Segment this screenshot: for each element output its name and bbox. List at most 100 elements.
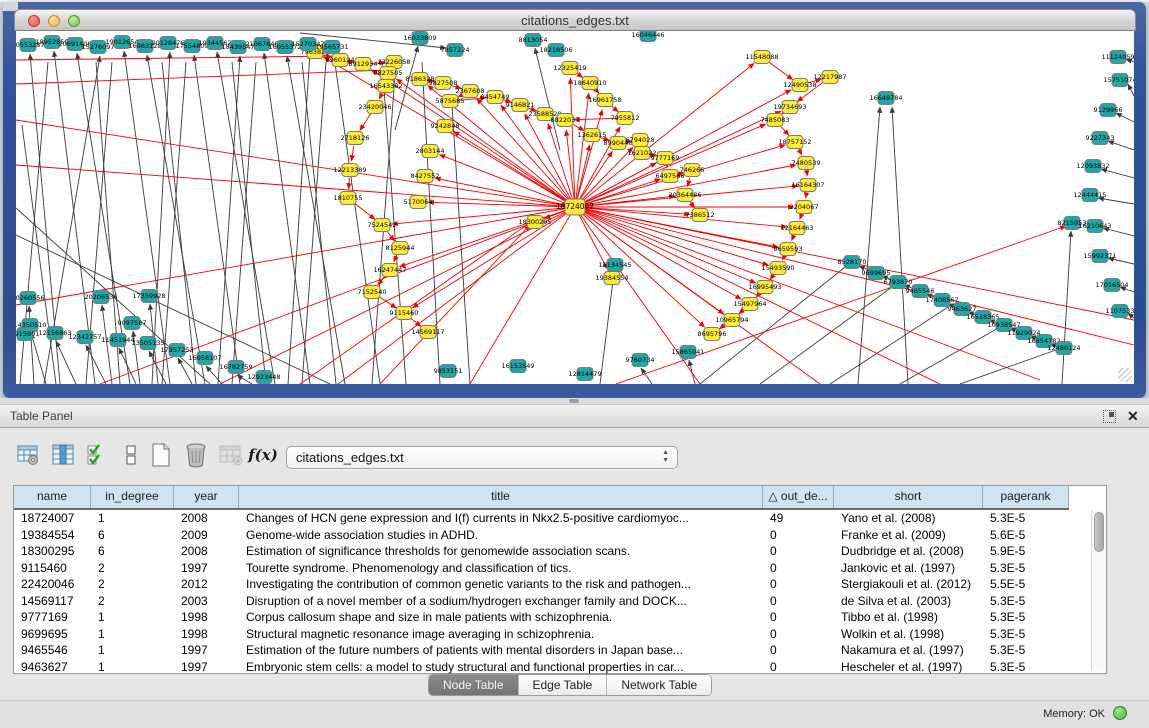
column-header[interactable]: short — [834, 486, 983, 508]
column-header[interactable]: △ out_de... — [763, 486, 834, 508]
table-row[interactable]: 1830029562008Estimation of significance … — [14, 543, 1069, 560]
table-cell[interactable]: 5.5E-5 — [983, 576, 1069, 593]
table-cell[interactable]: 9463627 — [14, 659, 91, 676]
table-body[interactable]: 1872400712008Changes of HCN gene express… — [14, 510, 1069, 675]
table-cell[interactable]: 5.3E-5 — [983, 609, 1069, 626]
table-row[interactable]: 969969511998Structural magnetic resonanc… — [14, 626, 1069, 643]
delete-entries-icon[interactable] — [183, 442, 209, 468]
column-header[interactable]: title — [239, 486, 763, 508]
table-cell[interactable]: Investigating the contribution of common… — [239, 576, 763, 593]
table-cell[interactable]: Stergiakouli et al. (2012) — [834, 576, 983, 593]
table-row[interactable]: 911546021997Tourette syndrome. Phenomeno… — [14, 560, 1069, 577]
table-cell[interactable]: 1 — [91, 659, 174, 676]
table-cell[interactable]: Embryonic stem cells: a model to study s… — [239, 659, 763, 676]
table-row[interactable]: 2242004622012Investigating the contribut… — [14, 576, 1069, 593]
table-cell[interactable]: Changes of HCN gene expression and I(f) … — [239, 510, 763, 527]
table-cell[interactable]: 9465546 — [14, 642, 91, 659]
function-builder-icon[interactable]: f(x) — [250, 442, 276, 468]
table-cell[interactable]: Disruption of a novel member of a sodium… — [239, 593, 763, 610]
network-graph[interactable]: 1872400779638228960124891293423226058982… — [16, 31, 1134, 384]
table-cell[interactable]: 2012 — [174, 576, 239, 593]
table-cell[interactable]: Estimation of the future numbers of pati… — [239, 642, 763, 659]
table-cell[interactable]: 5.9E-5 — [983, 543, 1069, 560]
table-cell[interactable]: 1 — [91, 626, 174, 643]
table-row[interactable]: 946362711997Embryonic stem cells: a mode… — [14, 659, 1069, 676]
table-cell[interactable]: 18724007 — [14, 510, 91, 527]
table-cell[interactable]: 5.3E-5 — [983, 560, 1069, 577]
table-cell[interactable]: 1997 — [174, 659, 239, 676]
table-cell[interactable]: 2 — [91, 576, 174, 593]
table-cell[interactable]: 9777169 — [14, 609, 91, 626]
table-select-dropdown[interactable]: citations_edges.txt ▲▼ — [286, 446, 678, 469]
table-cell[interactable]: 1 — [91, 642, 174, 659]
select-all-icon[interactable] — [84, 442, 110, 468]
table-cell[interactable]: Dudbridge et al. (2008) — [834, 543, 983, 560]
float-panel-icon[interactable] — [1103, 410, 1116, 423]
table-cell[interactable]: 2003 — [174, 593, 239, 610]
table-row[interactable]: 946554611997Estimation of the future num… — [14, 642, 1069, 659]
table-cell[interactable]: 5.3E-5 — [983, 593, 1069, 610]
table-cell[interactable]: Structural magnetic resonance image aver… — [239, 626, 763, 643]
row-height-icon[interactable] — [118, 442, 144, 468]
memory-ok-indicator[interactable] — [1113, 706, 1127, 720]
close-panel-icon[interactable]: ✕ — [1127, 407, 1139, 425]
table-cell[interactable]: 2008 — [174, 510, 239, 527]
table-cell[interactable]: Wolkin et al. (1998) — [834, 626, 983, 643]
table-cell[interactable]: 0 — [763, 626, 834, 643]
table-cell[interactable]: 5.3E-5 — [983, 659, 1069, 676]
table-cell[interactable]: 0 — [763, 527, 834, 544]
tab-node-table[interactable]: Node Table — [429, 675, 519, 695]
table-cell[interactable]: 5.3E-5 — [983, 626, 1069, 643]
column-header[interactable]: pagerank — [983, 486, 1069, 508]
table-cell[interactable]: 0 — [763, 543, 834, 560]
table-cell[interactable]: 2009 — [174, 527, 239, 544]
new-table-icon[interactable] — [148, 442, 174, 468]
table-cell[interactable]: 14569117 — [14, 593, 91, 610]
table-cell[interactable]: 5.6E-5 — [983, 527, 1069, 544]
table-cell[interactable]: 22420046 — [14, 576, 91, 593]
table-cell[interactable]: 9699695 — [14, 626, 91, 643]
table-cell[interactable]: Corpus callosum shape and size in male p… — [239, 609, 763, 626]
scrollbar-thumb[interactable] — [1094, 512, 1104, 552]
table-cell[interactable]: Franke et al. (2009) — [834, 527, 983, 544]
table-cell[interactable]: 18300295 — [14, 543, 91, 560]
table-cell[interactable]: 1 — [91, 510, 174, 527]
table-cell[interactable]: Genome-wide association studies in ADHD. — [239, 527, 763, 544]
table-cell[interactable]: Estimation of significance thresholds fo… — [239, 543, 763, 560]
table-row[interactable]: 1456911722003Disruption of a novel membe… — [14, 593, 1069, 610]
table-cell[interactable]: Nakamura et al. (1997) — [834, 642, 983, 659]
resize-grip[interactable] — [1118, 368, 1132, 382]
table-type-tabs[interactable]: Node TableEdge TableNetwork Table — [428, 674, 712, 696]
table-cell[interactable]: 1997 — [174, 642, 239, 659]
network-window-titlebar[interactable]: citations_edges.txt — [14, 9, 1136, 31]
column-header[interactable]: name — [14, 486, 91, 508]
table-cell[interactable]: 1 — [91, 609, 174, 626]
table-cell[interactable]: 0 — [763, 642, 834, 659]
table-cell[interactable]: 0 — [763, 593, 834, 610]
table-cell[interactable]: 49 — [763, 510, 834, 527]
tab-edge-table[interactable]: Edge Table — [519, 675, 608, 695]
table-cell[interactable]: 2008 — [174, 543, 239, 560]
node-table[interactable]: namein_degreeyeartitle△ out_de...shortpa… — [13, 485, 1107, 674]
table-cell[interactable]: 2 — [91, 560, 174, 577]
table-row[interactable]: 1938455462009Genome-wide association stu… — [14, 527, 1069, 544]
table-cell[interactable]: 5.3E-5 — [983, 510, 1069, 527]
divider-handle[interactable] — [569, 399, 579, 403]
table-cell[interactable]: Hescheler et al. (1997) — [834, 659, 983, 676]
column-header[interactable]: year — [174, 486, 239, 508]
table-cell[interactable]: Yano et al. (2008) — [834, 510, 983, 527]
table-row[interactable]: 977716911998Corpus callosum shape and si… — [14, 609, 1069, 626]
table-cell[interactable]: de Silva et al. (2003) — [834, 593, 983, 610]
table-cell[interactable]: Jankovic et al. (1997) — [834, 560, 983, 577]
table-row[interactable]: 1872400712008Changes of HCN gene express… — [14, 510, 1069, 527]
table-cell[interactable]: 1997 — [174, 560, 239, 577]
network-nodes[interactable]: 1872400779638228960124891293423226058982… — [16, 31, 1134, 384]
table-cell[interactable]: 6 — [91, 543, 174, 560]
table-cell[interactable]: 2 — [91, 593, 174, 610]
table-cell[interactable]: 5.3E-5 — [983, 642, 1069, 659]
table-cell[interactable]: 9115460 — [14, 560, 91, 577]
table-cell[interactable]: 0 — [763, 659, 834, 676]
table-cell[interactable]: Tourette syndrome. Phenomenology and cla… — [239, 560, 763, 577]
table-cell[interactable]: 1998 — [174, 626, 239, 643]
table-header-row[interactable]: namein_degreeyeartitle△ out_de...shortpa… — [14, 486, 1069, 510]
